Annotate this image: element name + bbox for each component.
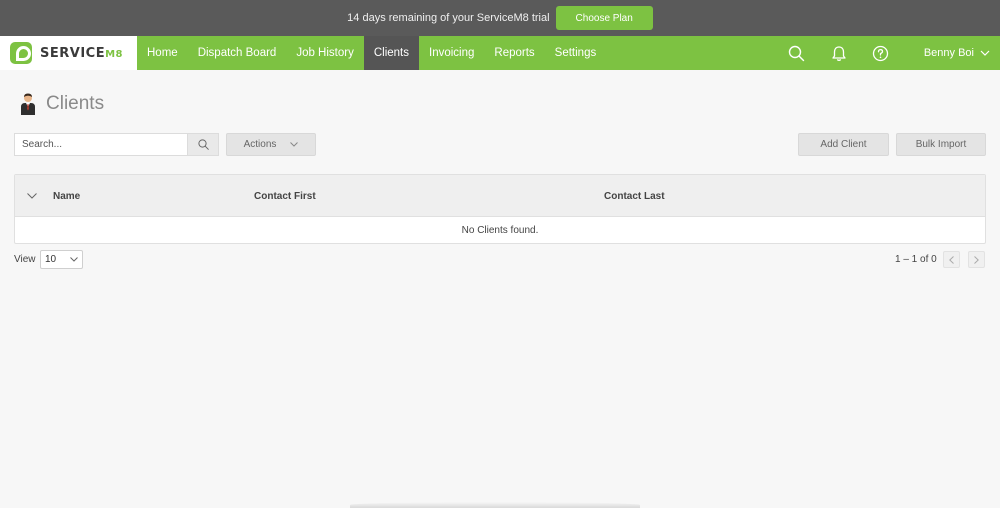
nav-item-settings[interactable]: Settings xyxy=(545,36,607,70)
actions-dropdown[interactable]: Actions xyxy=(226,133,316,156)
logo-suffix: M8 xyxy=(105,48,123,60)
search-button[interactable] xyxy=(187,134,218,155)
help-icon[interactable] xyxy=(860,36,902,70)
search-box xyxy=(14,133,219,156)
trial-banner: 14 days remaining of your ServiceM8 tria… xyxy=(0,0,1000,36)
chevron-down-icon xyxy=(290,142,299,147)
table-header: Name Contact First Contact Last xyxy=(15,175,985,217)
search-icon xyxy=(197,139,209,150)
page-title: Clients xyxy=(46,93,105,114)
page-size-select[interactable]: 10 xyxy=(40,250,83,269)
next-page-button[interactable] xyxy=(968,251,985,268)
clients-toolbar: Actions Add Client Bulk Import xyxy=(14,133,986,156)
bulk-import-button[interactable]: Bulk Import xyxy=(896,133,986,156)
actions-label: Actions xyxy=(243,139,277,150)
nav-right: Benny Boi xyxy=(776,36,1000,70)
servicem8-logo[interactable]: SERVICEM8 xyxy=(0,36,137,70)
previous-page-button[interactable] xyxy=(943,251,960,268)
main-nav: Home Dispatch Board Job History Clients … xyxy=(137,36,606,70)
column-header-name[interactable]: Name xyxy=(53,175,80,217)
user-menu[interactable]: Benny Boi xyxy=(902,47,1000,59)
column-header-contact-first[interactable]: Contact First xyxy=(254,175,316,217)
view-label: View xyxy=(14,254,36,265)
chevron-down-icon xyxy=(980,50,990,56)
logo-mark-icon xyxy=(10,42,32,64)
bottom-shadow xyxy=(350,502,640,508)
chevron-down-icon xyxy=(27,193,37,199)
chevron-right-icon xyxy=(974,255,979,264)
nav-item-clients[interactable]: Clients xyxy=(363,36,419,70)
clients-table: Name Contact First Contact Last No Clien… xyxy=(14,174,986,244)
chevron-left-icon xyxy=(949,255,954,264)
top-navbar: SERVICEM8 Home Dispatch Board Job Histor… xyxy=(0,36,1000,70)
column-header-contact-last[interactable]: Contact Last xyxy=(604,175,665,217)
user-name: Benny Boi xyxy=(923,47,974,59)
trial-message: 14 days remaining of your ServiceM8 tria… xyxy=(347,12,550,24)
nav-item-job-history[interactable]: Job History xyxy=(286,36,364,70)
nav-item-invoicing[interactable]: Invoicing xyxy=(419,36,484,70)
search-input[interactable] xyxy=(15,134,187,155)
pagination-summary: 1 – 1 of 0 xyxy=(895,254,937,265)
person-icon xyxy=(21,93,35,115)
empty-message: No Clients found. xyxy=(461,224,539,236)
nav-item-dispatch-board[interactable]: Dispatch Board xyxy=(188,36,287,70)
choose-plan-button[interactable]: Choose Plan xyxy=(555,6,653,30)
nav-item-home[interactable]: Home xyxy=(137,36,188,70)
chevron-down-icon xyxy=(70,257,78,262)
logo-text: SERVICE xyxy=(40,45,106,61)
nav-item-reports[interactable]: Reports xyxy=(484,36,544,70)
expand-all-toggle[interactable] xyxy=(27,175,37,217)
add-client-button[interactable]: Add Client xyxy=(798,133,889,156)
bell-icon[interactable] xyxy=(818,36,860,70)
empty-state-row: No Clients found. xyxy=(15,217,985,243)
page-size-value: 10 xyxy=(45,254,57,265)
page-header: Clients xyxy=(20,93,104,115)
search-icon[interactable] xyxy=(776,36,818,70)
